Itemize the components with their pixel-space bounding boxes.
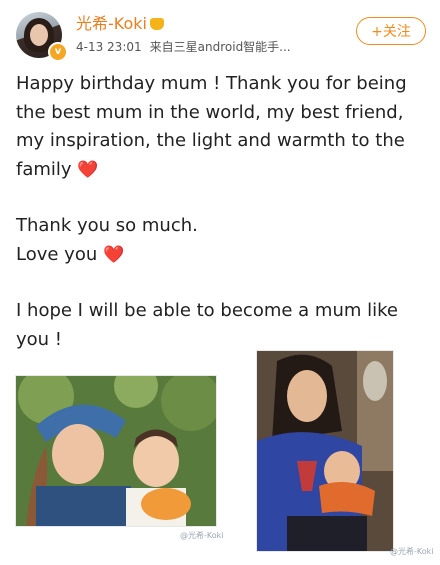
post-photo-1[interactable] <box>15 375 217 527</box>
post-photo-2[interactable] <box>256 350 394 552</box>
photo-1-watermark: @光希-Koki <box>180 531 224 540</box>
heart-icon: ❤️ <box>77 159 99 180</box>
heart-icon: ❤️ <box>102 244 125 265</box>
username[interactable]: 光希-Koki <box>76 10 164 34</box>
post-line-thanks: Thank you so much. <box>16 215 198 236</box>
post-header: v 光希-Koki 4-13 23:01 来自三星android智能手... +关… <box>0 0 440 62</box>
avatar-face <box>30 24 48 46</box>
post-meta: 4-13 23:01 来自三星android智能手... <box>76 38 291 55</box>
post-paragraph-1: Happy birthday mum ! Thank you for being… <box>16 70 416 184</box>
follow-button[interactable]: +关注 <box>356 17 426 45</box>
photo-2-image <box>257 351 393 551</box>
post-line-love-text: Love you <box>16 243 98 265</box>
post-paragraph-3: I hope I will be able to become a mum li… <box>16 300 398 350</box>
username-text[interactable]: 光希-Koki <box>76 14 147 33</box>
post-paragraph-1-text: Happy birthday mum ! Thank you for being… <box>16 73 407 180</box>
photo-1-image <box>16 376 216 526</box>
post-body: Happy birthday mum ! Thank you for being… <box>16 70 416 354</box>
vip-crown-icon <box>149 18 164 30</box>
post-timestamp: 4-13 23:01 <box>76 40 142 54</box>
verified-badge-icon: v <box>48 42 68 62</box>
post-source: 来自三星android智能手... <box>149 40 291 54</box>
photo-2-watermark: @光希-Koki <box>390 547 434 556</box>
post-line-love: Love you ❤️ <box>16 241 416 270</box>
